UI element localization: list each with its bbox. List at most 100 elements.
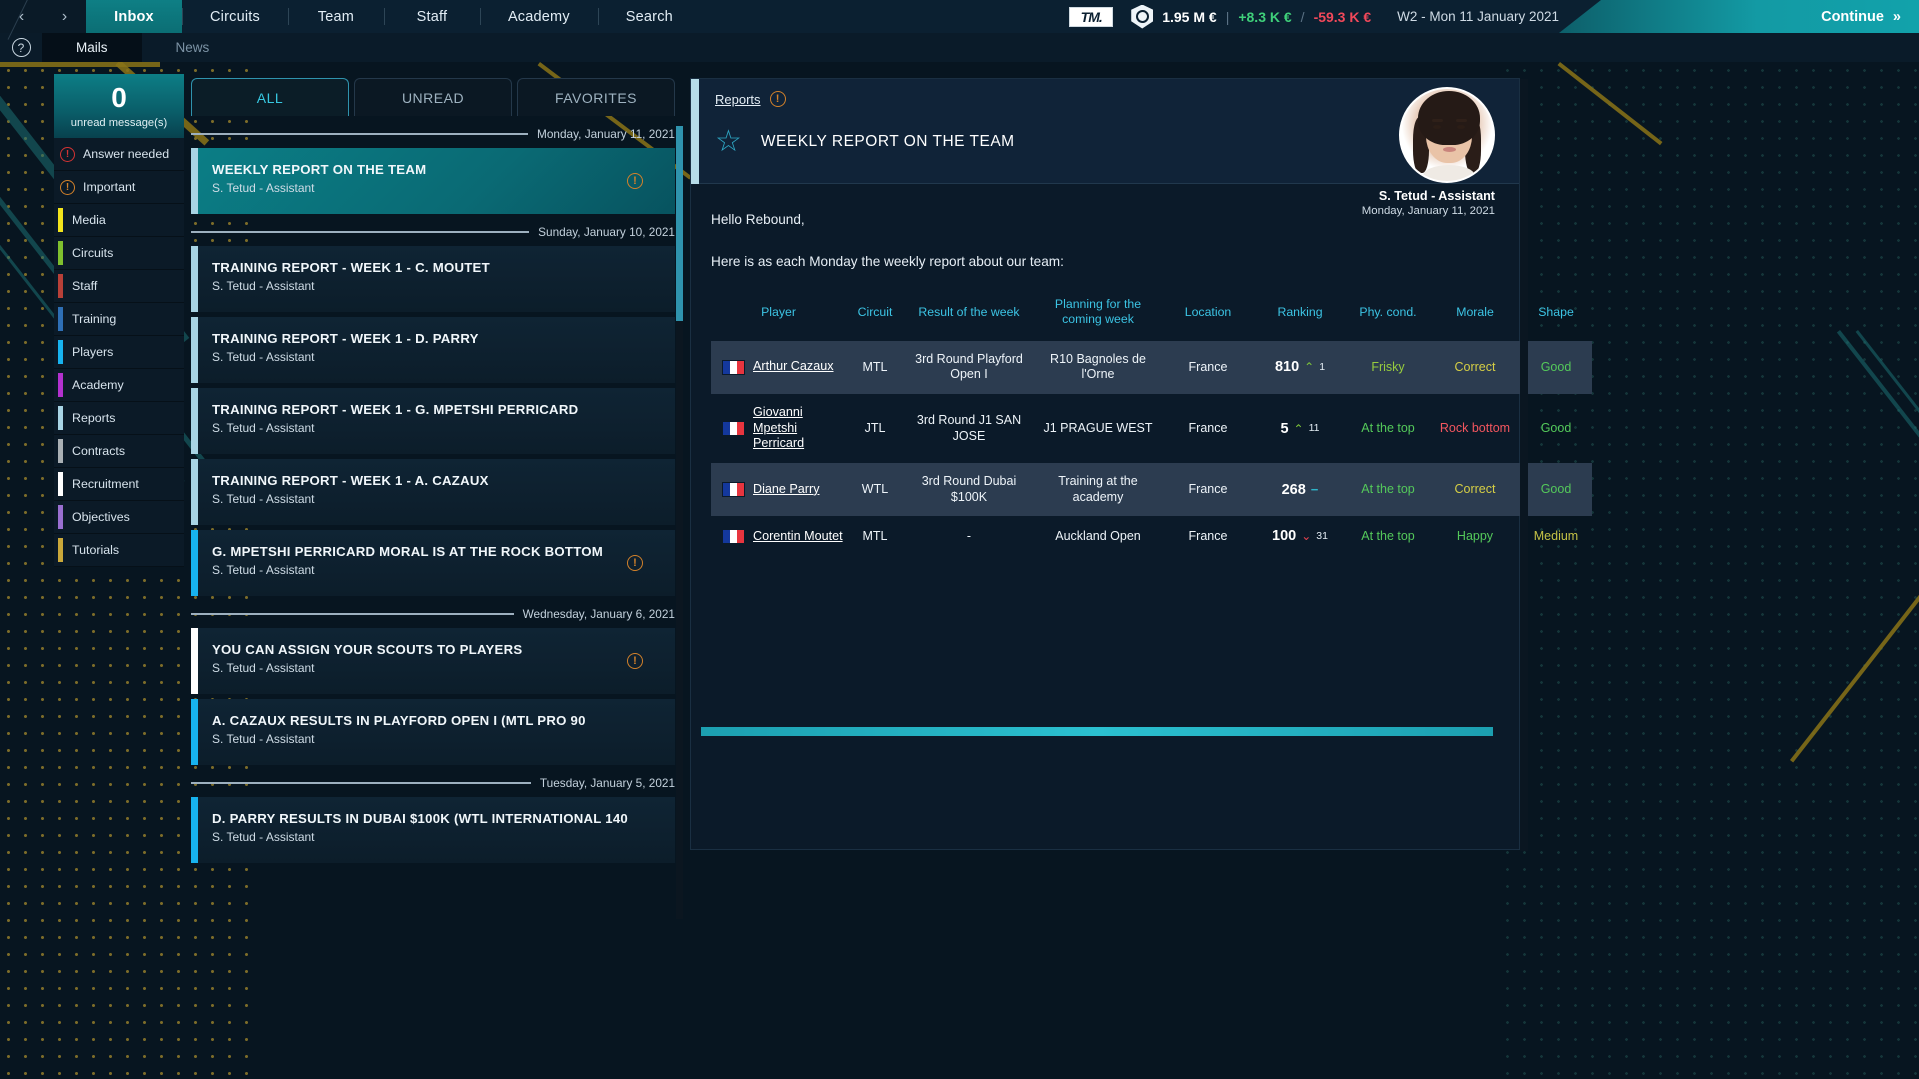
mail-list-item[interactable]: YOU CAN ASSIGN YOUR SCOUTS TO PLAYERS S. … [191, 628, 675, 694]
alert-circle-icon: ! [60, 146, 75, 162]
cell-ranking: 5 ⌃ 11 [1254, 394, 1346, 463]
cell-ranking: 810 ⌃ 1 [1254, 340, 1346, 394]
sidebar-item-label: Contracts [72, 444, 126, 458]
category-color-bar [58, 241, 63, 265]
mail-subject: TRAINING REPORT - WEEK 1 - D. PARRY [212, 331, 479, 346]
app-root: ‹ › Inbox Circuits Team Staff Academy Se… [0, 0, 1919, 1079]
mail-list-item[interactable]: WEEKLY REPORT ON THE TEAM S. Tetud - Assi… [191, 148, 675, 214]
cell-shape: Medium [1533, 528, 1579, 543]
help-button[interactable]: ? [0, 33, 42, 62]
filter-tab-favorites[interactable]: FAVORITES [517, 78, 675, 116]
unread-count: 0 [111, 81, 127, 113]
nav-tab-search[interactable]: Search [597, 0, 701, 33]
mail-item-body: A. CAZAUX RESULTS IN PLAYFORD OPEN I (MT… [198, 699, 675, 765]
sidebar-item-media[interactable]: Media [54, 204, 184, 237]
category-color-bar [58, 472, 63, 496]
nav-tab-circuits[interactable]: Circuits [182, 0, 288, 33]
date-separator-line [191, 782, 531, 784]
sub-tab-mails[interactable]: Mails [42, 33, 142, 62]
table-row[interactable]: Arthur Cazaux MTL 3rd Round Playford Open … [711, 340, 1592, 394]
mail-item-body: TRAINING REPORT - WEEK 1 - C. MOUTET S. T… [198, 246, 675, 312]
mail-subject: TRAINING REPORT - WEEK 1 - A. CAZAUX [212, 473, 489, 488]
sidebar-item-important[interactable]: ! Important [54, 171, 184, 204]
cell-morale: Correct [1430, 340, 1520, 394]
sender-info: S. Tetud - Assistant Monday, January 11,… [1362, 87, 1495, 217]
mail-list-scrollbar[interactable] [676, 126, 683, 919]
report-title: WEEKLY REPORT ON THE TEAM [760, 133, 1015, 150]
player-cell: Giovanni Mpetshi Perricard [714, 405, 843, 452]
alert-circle-icon: ! [60, 179, 75, 195]
favorite-star-icon[interactable]: ☆ [715, 127, 742, 157]
sidebar-item-training[interactable]: Training [54, 303, 184, 336]
column-header-player: Player [761, 304, 796, 319]
column-header-result-of-the-week: Result of the week [918, 304, 1020, 319]
sidebar-item-label: Tutorials [72, 543, 120, 557]
sidebar-item-answer-needed[interactable]: ! Answer needed [54, 138, 184, 171]
mail-category-color-bar [191, 628, 198, 694]
sidebar-item-circuits[interactable]: Circuits [54, 237, 184, 270]
mail-list-item[interactable]: A. CAZAUX RESULTS IN PLAYFORD OPEN I (MT… [191, 699, 675, 765]
sidebar-item-recruitment[interactable]: Recruitment [54, 468, 184, 501]
avatar [1399, 87, 1495, 183]
player-cell: Diane Parry [714, 482, 843, 498]
mail-list-item[interactable]: TRAINING REPORT - WEEK 1 - A. CAZAUX S. T… [191, 459, 675, 525]
mail-subject: YOU CAN ASSIGN YOUR SCOUTS TO PLAYERS [212, 642, 523, 657]
nav-tab-academy[interactable]: Academy [479, 0, 598, 33]
sidebar-item-label: Circuits [72, 246, 114, 260]
category-color-bar [58, 538, 63, 562]
player-name-link[interactable]: Arthur Cazaux [753, 359, 834, 375]
player-name-link[interactable]: Diane Parry [753, 482, 820, 498]
category-color-bar [58, 307, 63, 331]
balance-value: 1.95 M € [1162, 8, 1217, 25]
mail-item-body: TRAINING REPORT - WEEK 1 - A. CAZAUX S. T… [198, 459, 675, 525]
mail-sender: S. Tetud - Assistant [212, 732, 315, 746]
cell-result: - [966, 528, 972, 543]
sidebar-item-players[interactable]: Players [54, 336, 184, 369]
mail-sender: S. Tetud - Assistant [212, 492, 315, 506]
important-icon: ! [627, 653, 643, 669]
report-scrollbar[interactable] [1520, 79, 1528, 851]
cell-result: 3rd Round J1 SAN JOSE [916, 412, 1022, 443]
tm-logo: TM. [1069, 6, 1114, 27]
continue-button[interactable]: Continue » [1821, 0, 1901, 33]
mail-sender: S. Tetud - Assistant [212, 350, 315, 364]
sub-tab-news[interactable]: News [142, 33, 244, 62]
mail-date-separator: Tuesday, January 5, 2021 [191, 776, 675, 790]
mail-category-color-bar [191, 530, 198, 596]
mail-list-item[interactable]: D. PARRY RESULTS IN DUBAI $100K (WTL INT… [191, 797, 675, 863]
sidebar-item-contracts[interactable]: Contracts [54, 435, 184, 468]
cell-player: Giovanni Mpetshi Perricard [711, 394, 846, 463]
player-name-link[interactable]: Giovanni Mpetshi Perricard [753, 405, 843, 452]
sidebar-item-objectives[interactable]: Objectives [54, 501, 184, 534]
table-row[interactable]: Giovanni Mpetshi Perricard JTL 3rd Round J… [711, 394, 1592, 463]
back-icon[interactable]: ‹ [19, 8, 24, 26]
sidebar-item-staff[interactable]: Staff [54, 270, 184, 303]
mail-subject: D. PARRY RESULTS IN DUBAI $100K (WTL INT… [212, 811, 629, 826]
player-name-link[interactable]: Corentin Moutet [753, 529, 843, 545]
category-color-bar [58, 373, 63, 397]
avatar-eye-right [1457, 125, 1465, 129]
mail-list-item[interactable]: G. MPETSHI PERRICARD MORAL IS AT THE ROC… [191, 530, 675, 596]
background-gold-bar-1 [0, 62, 160, 67]
continue-chevron-icon: » [1892, 8, 1901, 25]
table-row[interactable]: Corentin Moutet MTL - Auckland Open France 10… [711, 516, 1592, 556]
table-row[interactable]: Diane Parry WTL 3rd Round Dubai $100K Train… [711, 463, 1592, 517]
currency-icon [1131, 4, 1154, 29]
nav-tab-staff[interactable]: Staff [383, 0, 480, 33]
avatar-mouth [1443, 147, 1456, 152]
nav-tab-team[interactable]: Team [287, 0, 384, 33]
ranking-unchanged-icon: − [1310, 481, 1319, 497]
mail-list-scrollbar-thumb[interactable] [676, 126, 683, 321]
sidebar-item-academy[interactable]: Academy [54, 369, 184, 402]
mail-list-item[interactable]: TRAINING REPORT - WEEK 1 - D. PARRY S. Te… [191, 317, 675, 383]
mail-list-item[interactable]: TRAINING REPORT - WEEK 1 - G. MPETSHI PE… [191, 388, 675, 454]
sidebar-item-tutorials[interactable]: Tutorials [54, 534, 184, 567]
nav-tab-inbox[interactable]: Inbox [86, 0, 182, 33]
report-category-label[interactable]: Reports [715, 92, 761, 107]
mail-list-item[interactable]: TRAINING REPORT - WEEK 1 - C. MOUTET S. T… [191, 246, 675, 312]
expense-value: -59.3 K € [1313, 8, 1372, 25]
forward-icon[interactable]: › [62, 8, 67, 26]
filter-tab-all[interactable]: ALL [191, 78, 349, 116]
filter-tab-unread[interactable]: UNREAD [354, 78, 512, 116]
sidebar-item-reports[interactable]: Reports [54, 402, 184, 435]
